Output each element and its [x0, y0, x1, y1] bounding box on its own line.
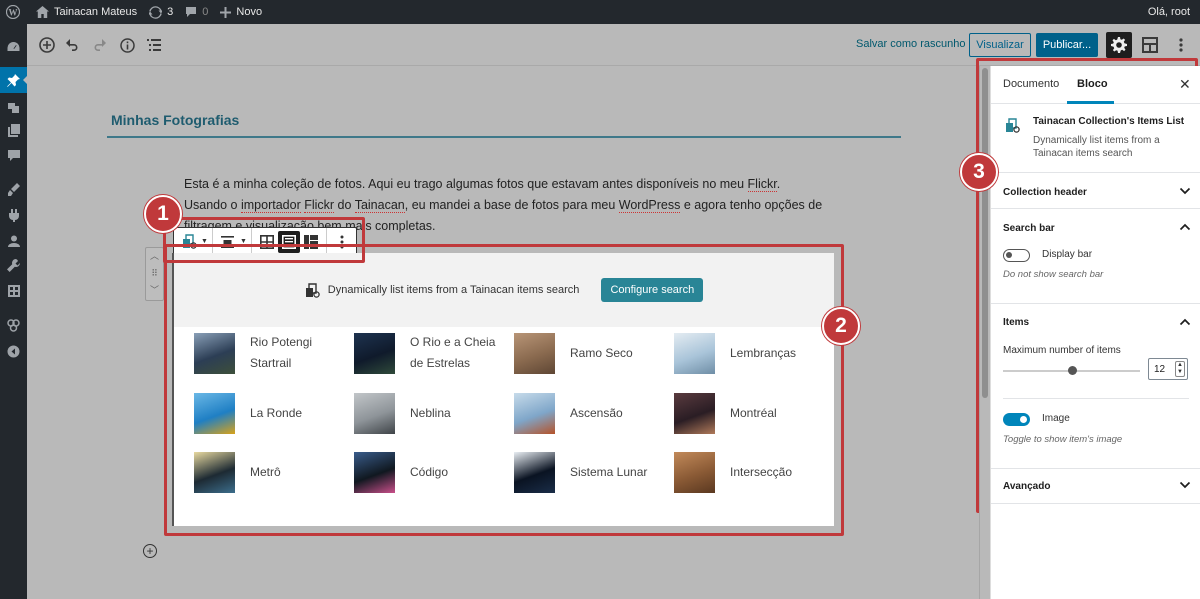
- add-block-icon[interactable]: [38, 36, 56, 54]
- drag-handle-icon[interactable]: ⠿: [146, 265, 163, 282]
- spellcheck-word: importador: [240, 198, 301, 213]
- max-items-label: Maximum number of items: [1003, 345, 1121, 356]
- spellcheck-word: WordPress: [618, 198, 681, 213]
- settings-gear-button[interactable]: [1106, 32, 1132, 58]
- image-label: Image: [1042, 413, 1070, 424]
- display-bar-help: Do not show search bar: [1003, 269, 1104, 280]
- appearance-icon[interactable]: [0, 176, 27, 202]
- preview-button[interactable]: Visualizar: [969, 33, 1031, 57]
- title-separator: [107, 136, 901, 138]
- plugins-icon[interactable]: [0, 202, 27, 228]
- more-options-icon[interactable]: [1172, 36, 1190, 54]
- move-up-icon[interactable]: ︿: [146, 248, 163, 265]
- refresh-icon: [149, 5, 163, 19]
- image-help: Toggle to show item's image: [1003, 434, 1123, 445]
- number-stepper[interactable]: ▲ ▼: [1175, 361, 1185, 377]
- block-card-title: Tainacan Collection's Items List: [1033, 116, 1185, 127]
- plus-icon: [220, 6, 232, 18]
- chevron-up-icon[interactable]: [1179, 316, 1191, 328]
- comment-icon: [186, 7, 197, 17]
- updates-count: 3: [167, 6, 174, 18]
- publish-button[interactable]: Publicar...: [1036, 33, 1098, 57]
- undo-icon[interactable]: [64, 36, 82, 54]
- info-icon[interactable]: [118, 36, 136, 54]
- tab-document[interactable]: Documento: [1003, 78, 1059, 90]
- items-section: Items Maximum number of items Image Togg…: [991, 303, 1200, 468]
- settings-icon[interactable]: [0, 278, 27, 304]
- tools-icon[interactable]: [0, 252, 27, 278]
- section-title[interactable]: Search bar: [1003, 223, 1055, 234]
- max-items-value: 12: [1154, 363, 1166, 375]
- redo-icon[interactable]: [90, 36, 108, 54]
- max-items-slider-handle[interactable]: [1068, 366, 1077, 375]
- site-name: Tainacan Mateus: [54, 6, 138, 18]
- section-title: Avançado: [1003, 481, 1051, 492]
- paragraph-text: , eu mandei a base de fotos para meu: [404, 198, 619, 212]
- block-mover[interactable]: ︿ ⠿ ﹀: [145, 247, 164, 301]
- max-items-input[interactable]: 12 ▲ ▼: [1148, 358, 1188, 380]
- users-icon[interactable]: [0, 228, 27, 254]
- display-bar-label: Display bar: [1042, 249, 1093, 260]
- annotation-badge-2: 2: [822, 307, 860, 345]
- paragraph-text: do: [334, 198, 355, 212]
- collection-header-section[interactable]: Collection header: [991, 172, 1200, 208]
- wordpress-logo-icon[interactable]: W: [0, 0, 26, 24]
- chevron-up-icon[interactable]: [1179, 221, 1191, 233]
- comments-count: 0: [202, 6, 209, 18]
- post-title[interactable]: Minhas Fotografias: [111, 112, 239, 128]
- section-title: Collection header: [1003, 187, 1087, 198]
- paragraph-text: Esta é a minha coleção de fotos. Aqui eu…: [184, 177, 748, 191]
- spellcheck-word: Tainacan: [354, 198, 405, 213]
- home-icon: [36, 6, 49, 18]
- editor-scrollbar-thumb[interactable]: [982, 68, 988, 398]
- pin-icon[interactable]: [0, 67, 28, 93]
- admin-menu: [0, 24, 28, 599]
- gear-icon: [1111, 37, 1127, 53]
- tab-block[interactable]: Bloco: [1077, 78, 1108, 90]
- display-bar-toggle[interactable]: [1003, 249, 1030, 262]
- tainacan-icon[interactable]: [0, 312, 27, 338]
- tainacan-items-icon: [1006, 118, 1020, 133]
- section-title[interactable]: Items: [1003, 317, 1029, 328]
- site-name-link[interactable]: Tainacan Mateus: [26, 0, 143, 24]
- move-down-icon[interactable]: ﹀: [146, 282, 163, 299]
- dashboard-icon[interactable]: [0, 34, 27, 60]
- svg-text:W: W: [9, 8, 18, 18]
- add-block-inline-icon[interactable]: +: [143, 544, 157, 558]
- pages-icon[interactable]: [0, 117, 27, 143]
- divider: [1003, 398, 1189, 399]
- chevron-down-icon: [1179, 481, 1191, 489]
- close-icon[interactable]: ✕: [1179, 76, 1191, 93]
- collapse-menu-icon[interactable]: [0, 338, 27, 364]
- block-card-description: Dynamically list items from a Tainacan i…: [1033, 135, 1160, 159]
- outline-icon[interactable]: [145, 36, 163, 54]
- spellcheck-word: Flickr: [304, 198, 335, 213]
- block-layout-icon[interactable]: [1141, 36, 1159, 54]
- sidebar-tabs: Documento Bloco ✕: [991, 66, 1200, 104]
- search-bar-section: Search bar Display bar Do not show searc…: [991, 208, 1200, 303]
- updates-link[interactable]: 3: [143, 0, 179, 24]
- new-content-link[interactable]: Novo: [214, 0, 268, 24]
- image-toggle[interactable]: [1003, 413, 1030, 426]
- spellcheck-word: Flickr: [747, 177, 777, 192]
- admin-bar: W Tainacan Mateus 3 0 Novo Olá, root: [0, 0, 1200, 24]
- save-draft-link[interactable]: Salvar como rascunho: [856, 38, 965, 50]
- settings-sidebar: Documento Bloco ✕ Tainacan Collection's …: [990, 66, 1200, 599]
- annotation-badge-3: 3: [960, 153, 998, 191]
- chevron-down-icon: [1179, 187, 1191, 195]
- advanced-section[interactable]: Avançado: [991, 468, 1200, 504]
- new-label: Novo: [236, 6, 263, 18]
- comments-link[interactable]: 0: [179, 0, 214, 24]
- comments-icon[interactable]: [0, 143, 27, 169]
- annotation-badge-1: 1: [144, 195, 182, 233]
- active-tab-indicator: [1067, 101, 1114, 104]
- annotation-box-2: [164, 244, 844, 536]
- account-greeting[interactable]: Olá, root: [1142, 0, 1200, 24]
